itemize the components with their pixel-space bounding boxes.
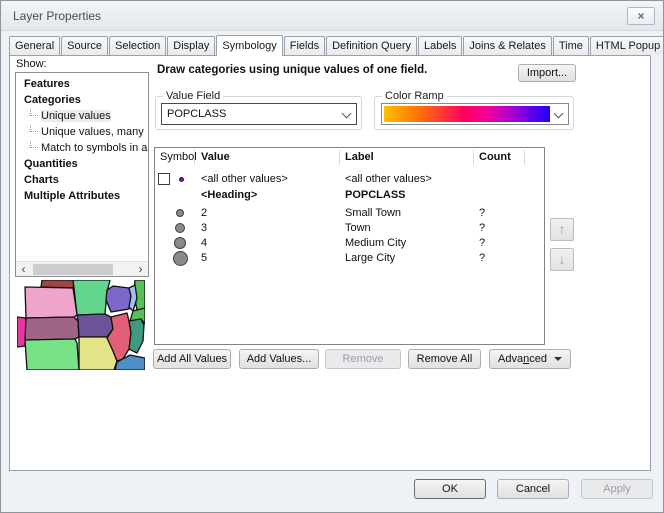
tab-general[interactable]: General [9,36,60,55]
ok-button[interactable]: OK [414,479,486,499]
point-symbol-swatch[interactable] [179,177,184,182]
tab-source[interactable]: Source [61,36,108,55]
chevron-down-icon [554,109,564,119]
tree-item-charts[interactable]: Charts [16,172,148,188]
column-header-value[interactable]: Value [201,151,230,163]
scroll-left-icon[interactable]: ‹ [16,262,31,277]
tab-fields[interactable]: Fields [284,36,325,55]
move-down-icon: ↓ [550,248,574,271]
caret-down-icon [554,357,562,361]
show-tree: Features Categories Unique values Unique… [15,72,149,277]
value-field-group: Value Field POPCLASS [155,96,362,130]
column-divider [473,150,474,165]
dialog-title: Layer Properties [13,9,101,23]
advanced-button[interactable]: Advanced [489,349,571,369]
column-header-symbol[interactable]: Symbol [160,151,197,163]
tab-html-popup[interactable]: HTML Popup [590,36,664,55]
tree-connector-icon [30,140,38,148]
scrollbar-thumb[interactable] [33,264,113,275]
remove-all-button[interactable]: Remove All [408,349,481,369]
tree-item-features[interactable]: Features [16,76,148,92]
tree-connector-icon [30,108,38,116]
tree-item-categories[interactable]: Categories [16,92,148,108]
title-bar[interactable]: Layer Properties × [1,1,663,31]
cancel-button[interactable]: Cancel [497,479,569,499]
value-field-selected: POPCLASS [167,108,226,120]
point-symbol-swatch[interactable] [176,209,184,217]
tab-symbology[interactable]: Symbology [216,35,282,56]
column-divider [524,150,525,165]
scroll-right-icon[interactable]: › [133,262,148,277]
color-ramp-swatch [384,106,550,122]
add-all-values-button[interactable]: Add All Values [153,349,231,369]
tree-item-match-symbols[interactable]: Match to symbols in a [16,140,148,156]
tree-item-unique-values-many[interactable]: Unique values, many [16,124,148,140]
table-row-all-other-values[interactable]: <all other values> <all other values> [155,172,544,187]
tab-strip: General Source Selection Display Symbolo… [9,34,655,55]
point-symbol-swatch[interactable] [175,223,185,233]
value-field-dropdown[interactable]: POPCLASS [161,103,357,125]
column-header-count[interactable]: Count [479,151,511,163]
table-row-3[interactable]: 3 Town ? [155,221,544,236]
tab-labels[interactable]: Labels [418,36,462,55]
tree-item-unique-values[interactable]: Unique values [16,108,148,124]
column-divider [339,150,340,165]
close-icon[interactable]: × [627,7,655,25]
tree-horizontal-scrollbar[interactable]: ‹ › [16,261,148,276]
tab-joins-relates[interactable]: Joins & Relates [463,36,551,55]
unique-values-table: Symbol Value Label Count <all other valu… [154,147,545,345]
remove-button: Remove [325,349,401,369]
table-row-4[interactable]: 4 Medium City ? [155,236,544,251]
tab-selection[interactable]: Selection [109,36,166,55]
table-row-heading[interactable]: <Heading> POPCLASS [155,188,544,203]
symbology-tab-page: Show: Features Categories Unique values … [9,55,651,471]
chevron-down-icon [342,109,352,119]
point-symbol-swatch[interactable] [174,237,186,249]
column-header-label[interactable]: Label [345,151,374,163]
point-symbol-swatch[interactable] [173,251,188,266]
move-up-icon: ↑ [550,218,574,241]
tree-connector-icon [30,124,38,132]
column-divider [194,150,195,165]
table-row-5[interactable]: 5 Large City ? [155,251,544,266]
apply-button: Apply [581,479,653,499]
add-values-button[interactable]: Add Values... [239,349,319,369]
tree-item-multiple-attributes[interactable]: Multiple Attributes [16,188,148,204]
color-ramp-label: Color Ramp [382,90,447,102]
value-field-label: Value Field [163,90,223,102]
tree-item-quantities[interactable]: Quantities [16,156,148,172]
color-ramp-group: Color Ramp [374,96,574,130]
import-button[interactable]: Import... [518,64,576,82]
table-row-2[interactable]: 2 Small Town ? [155,206,544,221]
show-label: Show: [16,58,47,70]
color-ramp-dropdown[interactable] [381,103,569,125]
tab-display[interactable]: Display [167,36,215,55]
method-description: Draw categories using unique values of o… [157,64,427,76]
tab-definition-query[interactable]: Definition Query [326,36,417,55]
tab-time[interactable]: Time [553,36,589,55]
layer-properties-dialog: Layer Properties × General Source Select… [0,0,664,513]
all-other-values-checkbox[interactable] [158,173,170,185]
map-preview [17,280,145,370]
